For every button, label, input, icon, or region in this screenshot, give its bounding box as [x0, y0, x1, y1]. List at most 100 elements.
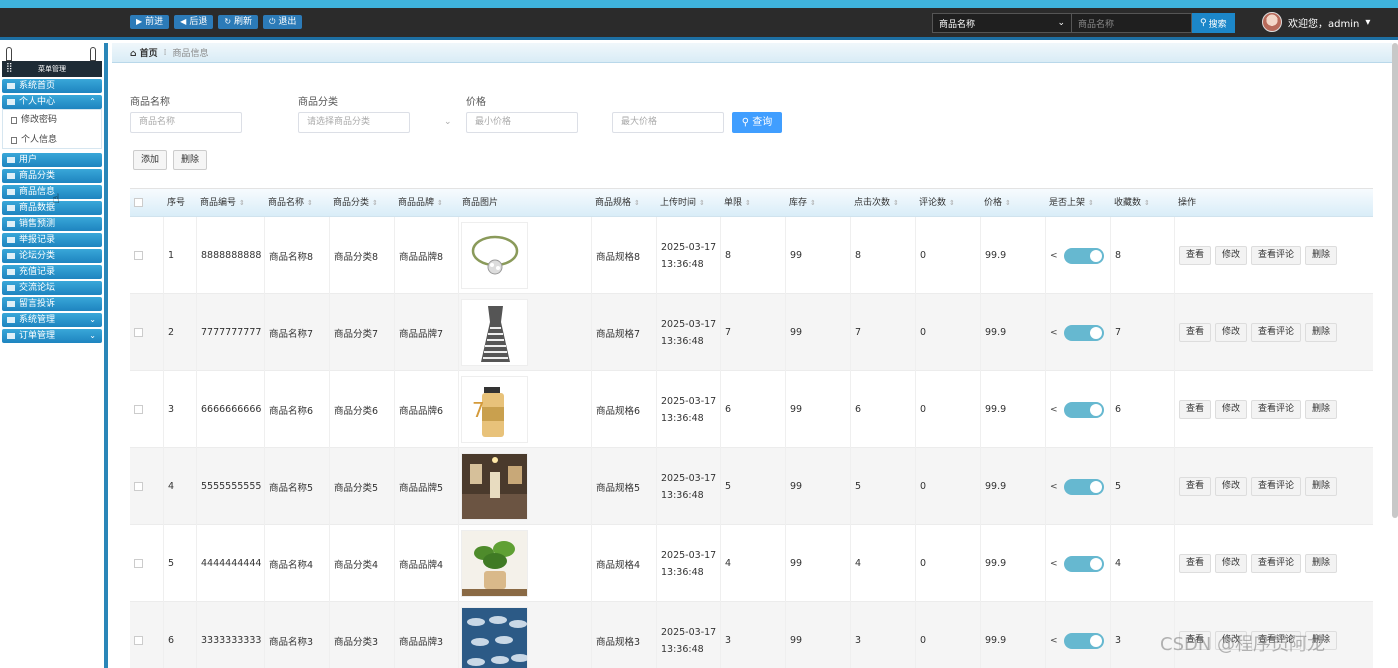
- row-checkbox[interactable]: [134, 482, 143, 491]
- nav-button-label: 前进: [145, 17, 164, 27]
- listing-toggle[interactable]: [1063, 632, 1104, 649]
- delete-button[interactable]: 删除: [1305, 477, 1338, 496]
- column-header[interactable]: 价格 ⇕: [980, 189, 1011, 218]
- column-header[interactable]: 库存 ⇕: [785, 189, 816, 218]
- delete-button[interactable]: 删除: [1305, 246, 1338, 265]
- table-cell-name: 商品名称5: [264, 448, 329, 525]
- view-comments-button[interactable]: 查看评论: [1251, 323, 1302, 342]
- table-cell-category: 商品分类5: [329, 448, 394, 525]
- sidebar-item-9[interactable]: 充值记录: [2, 265, 102, 279]
- sidebar-item-2[interactable]: 用户: [2, 153, 102, 167]
- view-button[interactable]: 查看: [1179, 477, 1212, 496]
- edit-button[interactable]: 修改: [1215, 554, 1248, 573]
- row-checkbox[interactable]: [134, 405, 143, 414]
- sidebar-item-13[interactable]: 订单管理 ⌄: [2, 329, 102, 343]
- row-checkbox[interactable]: [134, 251, 143, 260]
- table-cell-favorites: 6: [1110, 371, 1174, 448]
- listing-toggle[interactable]: [1063, 555, 1104, 572]
- delete-button[interactable]: 删除: [1305, 400, 1338, 419]
- sidebar-item-10[interactable]: 交流论坛: [2, 281, 102, 295]
- sort-icon: ⇕: [810, 199, 816, 207]
- edit-button[interactable]: 修改: [1215, 477, 1248, 496]
- delete-button[interactable]: 删除: [1305, 554, 1338, 573]
- user-menu[interactable]: 欢迎您，admin ▾: [1262, 12, 1370, 32]
- edit-button[interactable]: 修改: [1215, 400, 1248, 419]
- table-cell-clicks: 4: [850, 525, 915, 602]
- view-comments-button[interactable]: 查看评论: [1251, 246, 1302, 265]
- add-button[interactable]: 添加: [133, 150, 167, 170]
- scrollbar[interactable]: [1392, 43, 1398, 518]
- column-header[interactable]: 是否上架 ⇕: [1045, 189, 1094, 218]
- column-header-label: 商品图片: [462, 198, 499, 208]
- view-comments-button[interactable]: 查看评论: [1251, 400, 1302, 419]
- menu-icon: [7, 333, 15, 339]
- listing-toggle[interactable]: [1063, 247, 1104, 264]
- max-price-input[interactable]: 最大价格: [612, 112, 724, 133]
- sidebar-item-6[interactable]: 销售预测: [2, 217, 102, 231]
- column-header[interactable]: 商品分类 ⇕: [329, 189, 378, 218]
- sidebar-item-12[interactable]: 系统管理 ⌄: [2, 313, 102, 327]
- view-button[interactable]: 查看: [1179, 554, 1212, 573]
- query-button[interactable]: ⚲ 查询: [732, 112, 782, 133]
- price-filter-label: 价格: [466, 97, 486, 108]
- table-cell-idx: 4: [163, 448, 196, 525]
- view-comments-button[interactable]: 查看评论: [1251, 477, 1302, 496]
- edit-button[interactable]: 修改: [1215, 323, 1248, 342]
- view-comments-button[interactable]: 查看评论: [1251, 554, 1302, 573]
- top-search-button[interactable]: ⚲ 搜索: [1192, 13, 1235, 33]
- column-header[interactable]: 上传时间 ⇕: [656, 189, 705, 218]
- listing-toggle[interactable]: [1063, 401, 1104, 418]
- name-filter-input[interactable]: 商品名称: [130, 112, 242, 133]
- share-icon: <: [1050, 404, 1058, 415]
- breadcrumb-home[interactable]: ⌂ 首页: [130, 46, 158, 59]
- sort-icon: ⇕: [893, 199, 899, 207]
- actions-cell: 查看 修改 查看评论 删除: [1174, 294, 1373, 371]
- row-checkbox[interactable]: [134, 636, 143, 645]
- column-header[interactable]: 点击次数 ⇕: [850, 189, 899, 218]
- edit-button[interactable]: 修改: [1215, 246, 1248, 265]
- column-header[interactable]: 评论数 ⇕: [915, 189, 955, 218]
- column-header[interactable]: 商品编号 ⇕: [196, 189, 245, 218]
- view-button[interactable]: 查看: [1179, 323, 1212, 342]
- column-header[interactable]: 商品名称 ⇕: [264, 189, 313, 218]
- column-header[interactable]: 收藏数 ⇕: [1110, 189, 1150, 218]
- column-header[interactable]: 单限 ⇕: [720, 189, 751, 218]
- nav-button-3[interactable]: ⏻ 退出: [263, 15, 303, 29]
- row-checkbox[interactable]: [134, 559, 143, 568]
- sidebar-subitem-1[interactable]: 个人信息: [3, 130, 101, 150]
- row-actions: 查看 修改 查看评论 删除: [1179, 477, 1338, 496]
- table-cell-comments: 0: [915, 602, 980, 668]
- bulk-delete-button[interactable]: 删除: [173, 150, 207, 170]
- table-cell-clicks: 3: [850, 602, 915, 668]
- listing-toggle-cell: <: [1045, 217, 1110, 294]
- sidebar-item-8[interactable]: 论坛分类: [2, 249, 102, 263]
- sidebar-item-0[interactable]: 系统首页: [2, 79, 102, 93]
- table-cell-spec: 商品规格5: [591, 448, 656, 525]
- nav-button-2[interactable]: ↻ 刷新: [218, 15, 259, 29]
- nav-button-0[interactable]: ▶ 前进: [130, 15, 170, 29]
- nav-button-1[interactable]: ◀ 后退: [174, 15, 214, 29]
- row-checkbox[interactable]: [134, 328, 143, 337]
- listing-toggle[interactable]: [1063, 324, 1104, 341]
- sidebar-item-1[interactable]: 个人中心 ⌃: [2, 95, 102, 109]
- delete-button[interactable]: 删除: [1305, 323, 1338, 342]
- view-button[interactable]: 查看: [1179, 246, 1212, 265]
- column-header[interactable]: 商品图片: [458, 189, 498, 218]
- table-cell-code: 7777777777: [196, 294, 264, 371]
- column-header[interactable]: 商品规格 ⇕: [591, 189, 640, 218]
- column-header[interactable]: 操作: [1174, 189, 1196, 218]
- sidebar-item-3[interactable]: 商品分类: [2, 169, 102, 183]
- column-header[interactable]: 序号: [163, 189, 185, 218]
- top-search-input[interactable]: 商品名称: [1072, 13, 1192, 33]
- sidebar-item-label: 举报记录: [19, 235, 56, 245]
- sidebar-item-7[interactable]: 举报记录: [2, 233, 102, 247]
- search-field-select[interactable]: 商品名称 ⌄: [932, 13, 1072, 33]
- sidebar-subitem-0[interactable]: 修改密码: [3, 110, 101, 130]
- select-all-checkbox[interactable]: [134, 198, 143, 207]
- min-price-input[interactable]: 最小价格: [466, 112, 578, 133]
- category-filter-select[interactable]: 请选择商品分类: [298, 112, 410, 133]
- column-header[interactable]: 商品品牌 ⇕: [394, 189, 443, 218]
- view-button[interactable]: 查看: [1179, 400, 1212, 419]
- listing-toggle[interactable]: [1063, 478, 1104, 495]
- sidebar-item-11[interactable]: 留言投诉: [2, 297, 102, 311]
